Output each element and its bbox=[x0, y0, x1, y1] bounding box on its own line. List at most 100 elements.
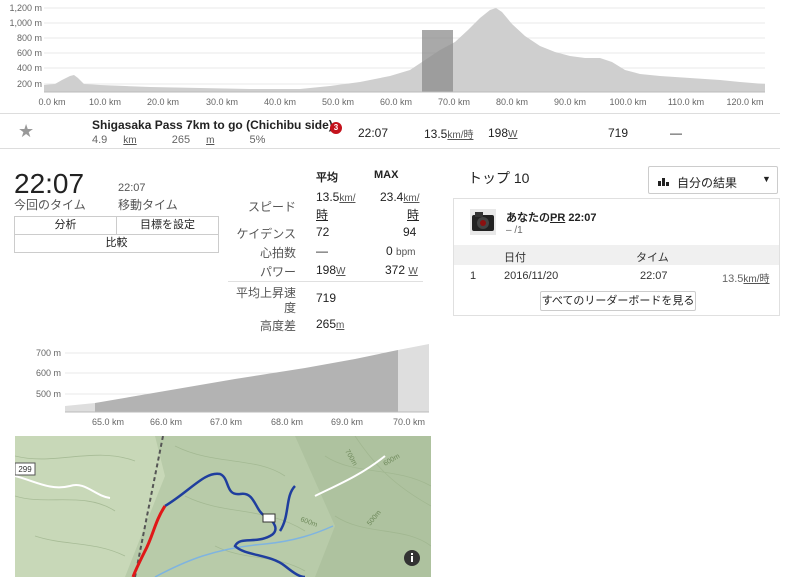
results-dropdown[interactable]: 自分の結果 ▼ bbox=[648, 166, 778, 194]
speed-avg: 13.5km/ bbox=[316, 190, 356, 204]
col-header-time: タイム bbox=[636, 252, 669, 264]
segment-distance: 4.9 km bbox=[92, 134, 137, 146]
route-map[interactable]: 299 700m 600m 500m 600m bbox=[15, 436, 431, 577]
x-tick-label: 100.0 km bbox=[609, 97, 646, 107]
x-tick-label: 50.0 km bbox=[322, 97, 354, 107]
segment-x-tick-label: 68.0 km bbox=[271, 417, 303, 427]
power-avg: 198W bbox=[316, 263, 346, 277]
y-tick-label: 400 m bbox=[17, 63, 42, 73]
compare-button[interactable]: 比較 bbox=[15, 235, 218, 252]
segment-vam: 719 bbox=[608, 126, 629, 140]
x-tick-label: 20.0 km bbox=[147, 97, 179, 107]
elevation-diff-value: 265m bbox=[316, 317, 345, 331]
info-icon[interactable] bbox=[404, 550, 420, 566]
cadence-avg: 72 bbox=[316, 225, 330, 239]
speed-avg-unit: 時 bbox=[316, 208, 329, 222]
segment-speed: 13.5km/時 bbox=[424, 127, 474, 141]
x-tick-label: 70.0 km bbox=[438, 97, 470, 107]
personal-record: あなたのPR 22:07 bbox=[506, 212, 597, 224]
segment-name[interactable]: Shigasaka Pass 7km to go (Chichibu side) bbox=[92, 118, 333, 132]
view-full-leaderboard-button[interactable]: すべてのリーダーボードを見る bbox=[540, 291, 696, 311]
avatar[interactable] bbox=[470, 209, 496, 235]
analysis-button[interactable]: 分析 bbox=[15, 217, 116, 234]
segment-meta: 4.9 km 265 m 5% bbox=[92, 134, 281, 146]
x-tick-label: 110.0 km bbox=[668, 97, 704, 107]
segment-time: 22:07 bbox=[358, 126, 389, 140]
table-row[interactable]: 1 2016/11/20 22:07 13.5km/時 bbox=[454, 265, 779, 287]
heart-rate-max: 0 bpm bbox=[386, 244, 416, 258]
segment-elevation-chart[interactable]: 700 m 600 m 500 m 65.0 km 66.0 km 67.0 k… bbox=[15, 340, 435, 430]
speed-label: スピード bbox=[247, 200, 296, 214]
segment-y-tick-label: 500 m bbox=[36, 389, 61, 399]
x-tick-label: 30.0 km bbox=[206, 97, 238, 107]
segment-x-tick-label: 66.0 km bbox=[150, 417, 182, 427]
personal-record-rank: – /1 bbox=[506, 225, 523, 236]
leaderboard-header: 日付 タイム bbox=[454, 245, 779, 265]
power-max: 372 W bbox=[385, 263, 418, 277]
activity-elevation-chart[interactable]: 1,200 m 1,000 m 800 m 600 m 400 m 200 m … bbox=[0, 0, 800, 112]
cadence-label: ケイデンス bbox=[236, 227, 296, 241]
segment-x-tick-label: 70.0 km bbox=[393, 417, 425, 427]
segment-x-tick-label: 65.0 km bbox=[92, 417, 124, 427]
segment-elevation: 265 m bbox=[171, 134, 215, 146]
stats-header-avg: 平均 bbox=[316, 172, 338, 184]
bar-chart-icon bbox=[658, 178, 669, 186]
y-tick-label: 600 m bbox=[17, 48, 42, 58]
y-tick-labels: 1,200 m 1,000 m 800 m 600 m 400 m 200 m bbox=[9, 3, 42, 89]
col-header-date: 日付 bbox=[504, 252, 526, 264]
moving-time-label: 移動タイム bbox=[118, 198, 178, 212]
power-label: パワー bbox=[259, 265, 296, 279]
row-speed: 13.5km/時 bbox=[722, 273, 770, 285]
y-tick-label: 200 m bbox=[17, 79, 42, 89]
y-tick-label: 1,000 m bbox=[9, 18, 42, 28]
rank-badge: 3 bbox=[330, 122, 342, 134]
elevation-area bbox=[44, 8, 765, 92]
chevron-down-icon: ▼ bbox=[762, 174, 771, 184]
compare-button-row: 比較 bbox=[14, 234, 219, 253]
heart-rate-avg: — bbox=[316, 244, 328, 258]
segment-y-tick-label: 700 m bbox=[36, 348, 61, 358]
row-rank: 1 bbox=[470, 270, 477, 282]
speed-max-unit: 時 bbox=[407, 208, 420, 222]
segment-elevation-area bbox=[95, 350, 398, 412]
segment-hr: — bbox=[670, 126, 682, 140]
road-number: 299 bbox=[18, 465, 32, 474]
y-tick-label: 1,200 m bbox=[9, 3, 42, 13]
segment-x-tick-label: 67.0 km bbox=[210, 417, 242, 427]
row-time: 22:07 bbox=[640, 270, 668, 282]
row-date: 2016/11/20 bbox=[504, 270, 559, 282]
x-tick-label: 80.0 km bbox=[496, 97, 528, 107]
y-tick-label: 800 m bbox=[17, 33, 42, 43]
x-tick-label: 10.0 km bbox=[89, 97, 121, 107]
x-tick-label: 90.0 km bbox=[554, 97, 586, 107]
speed-max: 23.4km/ bbox=[380, 190, 420, 204]
segment-power: 198W bbox=[488, 126, 518, 140]
effort-time-label: 今回のタイム bbox=[14, 198, 86, 212]
stats-divider bbox=[228, 281, 423, 282]
x-tick-label: 60.0 km bbox=[380, 97, 412, 107]
highlighted-segment bbox=[422, 30, 453, 92]
segment-x-tick-label: 69.0 km bbox=[331, 417, 363, 427]
set-goal-button[interactable]: 目標を設定 bbox=[116, 217, 218, 234]
effort-button-row: 分析 目標を設定 bbox=[14, 216, 219, 235]
top10-title: トップ 10 bbox=[468, 170, 530, 186]
top10-panel: あなたのPR 22:07 – /1 日付 タイム 1 2016/11/20 22… bbox=[453, 198, 780, 316]
map-canvas[interactable]: 299 700m 600m 500m 600m bbox=[15, 436, 431, 577]
segment-row[interactable]: ★ Shigasaka Pass 7km to go (Chichibu sid… bbox=[0, 113, 780, 149]
segment-y-tick-label: 600 m bbox=[36, 368, 61, 378]
route-marker bbox=[262, 513, 276, 523]
x-tick-labels: 0.0 km 10.0 km 20.0 km 30.0 km 40.0 km 5… bbox=[38, 97, 763, 107]
vam-label-line2: 度 bbox=[283, 301, 296, 315]
segment-elevation-prefix bbox=[65, 403, 95, 412]
vam-value: 719 bbox=[316, 291, 337, 305]
heart-rate-label: 心拍数 bbox=[259, 246, 296, 260]
segment-grade: 5% bbox=[249, 134, 266, 146]
x-tick-label: 120.0 km bbox=[726, 97, 763, 107]
cadence-max: 94 bbox=[403, 225, 417, 239]
stats-header-max: MAX bbox=[374, 169, 399, 181]
star-icon[interactable]: ★ bbox=[18, 121, 34, 142]
x-tick-label: 0.0 km bbox=[38, 97, 65, 107]
dropdown-label: 自分の結果 bbox=[677, 176, 738, 190]
elevation-diff-label: 高度差 bbox=[259, 319, 296, 333]
segment-elevation-suffix bbox=[398, 344, 429, 412]
